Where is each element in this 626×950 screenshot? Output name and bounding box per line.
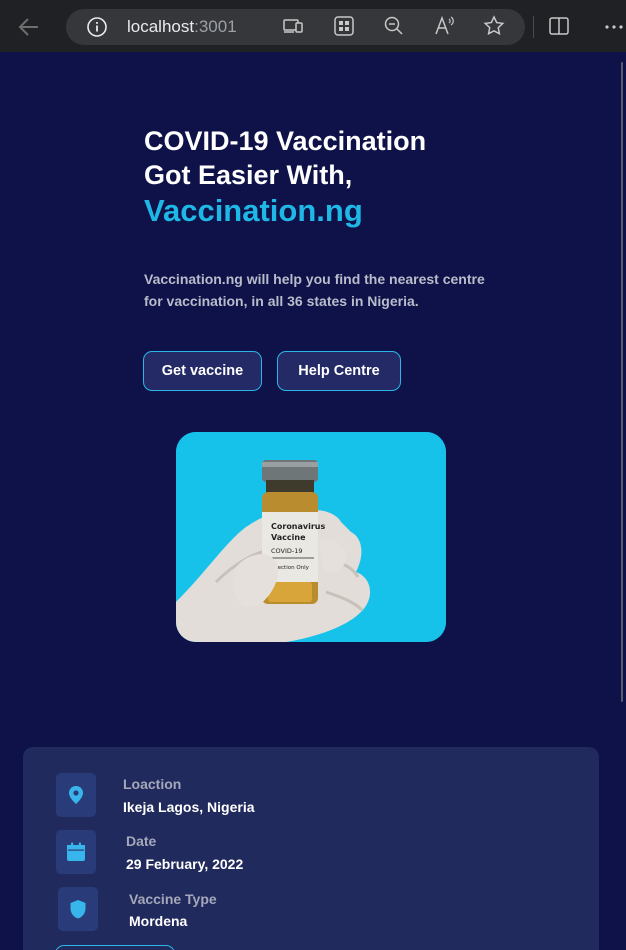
vaccine-vial-image: Coronavirus Vaccine COVID-19 Injection O…: [176, 432, 446, 642]
url-host: localhost: [127, 17, 195, 36]
url-port: :3001: [194, 17, 237, 36]
more-menu-icon[interactable]: [603, 14, 626, 38]
favorite-star-icon[interactable]: [482, 14, 506, 38]
page-viewport: COVID-19 Vaccination Got Easier With, Va…: [2, 52, 624, 950]
hero-title: COVID-19 Vaccination Got Easier With, Va…: [144, 124, 484, 230]
hero-subtitle: Vaccination.ng will help you find the ne…: [144, 271, 485, 309]
vial-label-line3: COVID-19: [271, 547, 303, 555]
vial-label-line2: Vaccine: [271, 533, 306, 542]
site-info-icon[interactable]: [86, 16, 108, 38]
tab-grid-icon[interactable]: [332, 14, 356, 38]
scrollbar-thumb[interactable]: [621, 62, 623, 702]
location-pin-icon: [56, 773, 96, 817]
vaccine-type-value: Mordena: [129, 913, 188, 929]
date-label: Date: [126, 833, 157, 849]
zoom-out-icon[interactable]: [382, 14, 406, 38]
date-value: 29 February, 2022: [126, 856, 244, 872]
location-value: Ikeja Lagos, Nigeria: [123, 799, 255, 815]
app-available-icon[interactable]: [281, 14, 305, 38]
toolbar-divider: [533, 16, 534, 38]
hero-title-line2: Got Easier With,: [144, 160, 353, 190]
hero-title-line1: COVID-19 Vaccination: [144, 126, 427, 156]
brand-name: Vaccination.ng: [144, 193, 363, 228]
vaccination-info-card: Loaction Ikeja Lagos, Nigeria Date 29 Fe…: [23, 747, 599, 950]
calendar-icon: [56, 830, 96, 874]
card-action-button[interactable]: [55, 945, 175, 950]
browser-toolbar: localhost:3001: [0, 0, 626, 52]
get-vaccine-button[interactable]: Get vaccine: [143, 351, 262, 391]
back-arrow-icon[interactable]: [14, 12, 44, 42]
shield-icon: [58, 887, 98, 931]
address-url[interactable]: localhost:3001: [127, 17, 237, 37]
vial-label-line1: Coronavirus: [271, 522, 326, 531]
read-aloud-icon[interactable]: [432, 14, 456, 38]
help-centre-button[interactable]: Help Centre: [277, 351, 401, 391]
location-label: Loaction: [123, 776, 182, 792]
vaccine-type-label: Vaccine Type: [129, 891, 217, 907]
split-screen-icon[interactable]: [547, 14, 571, 38]
